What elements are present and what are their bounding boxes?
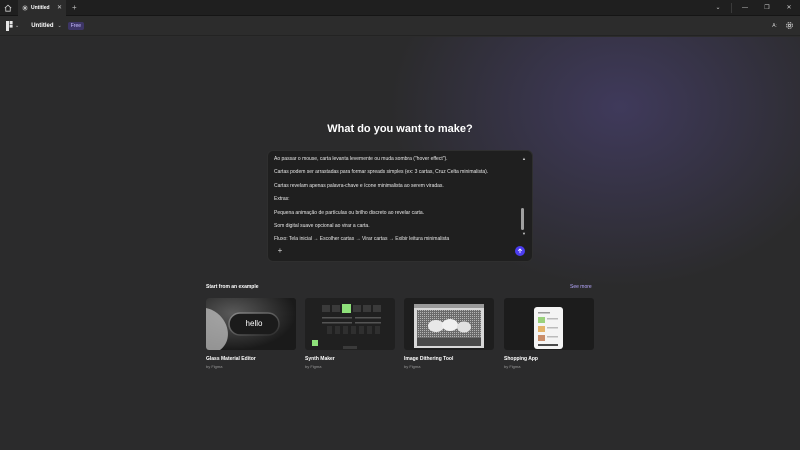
file-chevron-icon[interactable]: ⌄: [58, 23, 62, 29]
prompt-line: Cartas podem ser arrastadas para formar …: [274, 169, 489, 176]
card-thumbnail: [305, 298, 395, 350]
file-toolbar: ⌄ Untitled ⌄ Free Aː: [0, 16, 800, 36]
figma-file-icon: [22, 4, 28, 11]
main-menu-button[interactable]: ⌄: [6, 20, 20, 31]
home-button[interactable]: [0, 0, 16, 16]
prompt-line: Fluxo: Tela inicial → Escolher cartas → …: [274, 236, 450, 243]
prompt-text[interactable]: Ao passar o mouse, carta levanta levemen…: [274, 153, 522, 247]
window-controls: ⌄ — ❐ ✕: [707, 0, 800, 16]
tab-close-icon[interactable]: ✕: [57, 4, 62, 11]
attach-plus-button[interactable]: +: [275, 246, 285, 256]
ai-button[interactable]: Aː: [772, 23, 777, 29]
tabs-dropdown-icon[interactable]: ⌄: [707, 0, 729, 16]
prompt-input[interactable]: Ao passar o mouse, carta levanta levemen…: [267, 150, 533, 262]
card-title: Synth Maker: [305, 356, 335, 362]
main-menu-chevron-icon: ⌄: [15, 22, 20, 29]
prompt-line: Cartas revelam apenas palavra-chave e íc…: [274, 182, 444, 189]
prompt-line: Pequena animação de partículas ou brilho…: [274, 209, 425, 216]
card-author: by Figma: [404, 364, 421, 369]
card-title: Image Dithering Tool: [404, 356, 454, 362]
card-author: by Figma: [206, 364, 223, 369]
see-more-link[interactable]: See more: [570, 284, 592, 290]
settings-gear-icon[interactable]: [785, 21, 794, 30]
send-button[interactable]: [515, 246, 525, 256]
plan-badge: Free: [67, 21, 85, 30]
scroll-up-arrow-icon[interactable]: ▲: [522, 156, 526, 161]
scrollbar-thumb[interactable]: [521, 208, 524, 230]
scroll-down-arrow-icon[interactable]: ▼: [522, 231, 526, 236]
titlebar-divider: [731, 2, 732, 13]
file-name[interactable]: Untitled: [31, 23, 53, 29]
figma-logo-icon: [6, 20, 13, 31]
card-thumbnail: [404, 298, 494, 350]
card-author: by Figma: [504, 364, 521, 369]
card-title: Shopping App: [504, 356, 538, 362]
example-card-shopping-app[interactable]: Shopping App by Figma: [504, 298, 594, 369]
tab-label: Untitled: [31, 4, 50, 11]
prompt-line: Extras:: [274, 196, 290, 203]
page-title: What do you want to make?: [327, 123, 473, 135]
close-window-button[interactable]: ✕: [778, 0, 800, 16]
main-area: What do you want to make? Ao passar o mo…: [0, 37, 800, 450]
window-titlebar: Untitled ✕ + ⌄ — ❐ ✕: [0, 0, 800, 16]
minimize-button[interactable]: —: [734, 0, 756, 16]
card-thumbnail: hello: [206, 298, 296, 350]
example-card-glass-material-editor[interactable]: hello Glass Material Editor by Figma: [206, 298, 296, 369]
card-thumbnail: [504, 298, 594, 350]
restore-button[interactable]: ❐: [756, 0, 778, 16]
example-card-synth-maker[interactable]: Synth Maker by Figma: [305, 298, 395, 369]
card-title: Glass Material Editor: [206, 356, 256, 362]
glass-thumb-text: hello: [245, 319, 263, 328]
card-author: by Figma: [305, 364, 322, 369]
prompt-line: Som digital suave opcional ao virar a ca…: [274, 223, 370, 230]
shopping-app-preview: [534, 307, 563, 349]
home-icon: [4, 4, 12, 12]
example-card-image-dithering-tool[interactable]: Image Dithering Tool by Figma: [404, 298, 494, 369]
dithering-preview: [414, 304, 484, 348]
examples-title: Start from an example: [206, 284, 259, 290]
add-tab-button[interactable]: +: [72, 3, 77, 12]
prompt-line: Ao passar o mouse, carta levanta levemen…: [274, 156, 448, 162]
tab-untitled[interactable]: Untitled ✕: [18, 0, 66, 16]
arrow-up-icon: [517, 248, 523, 254]
synth-preview: [312, 304, 381, 349]
